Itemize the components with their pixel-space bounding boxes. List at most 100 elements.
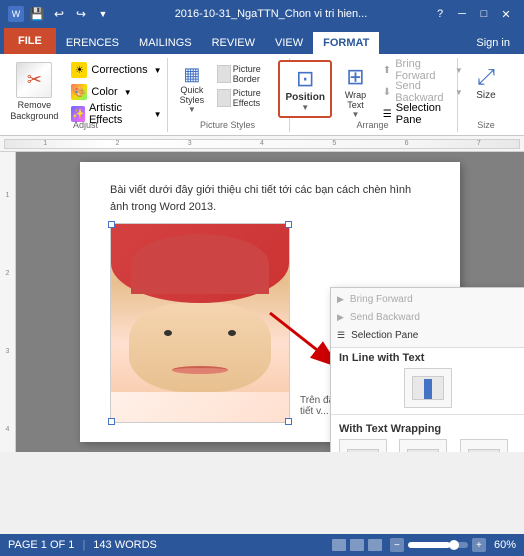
corrections-label: Corrections [91,64,147,76]
tab-references[interactable]: ERENCES [56,32,129,54]
baby-hat [111,224,289,303]
quick-styles-dropdown: ▼ [188,105,196,114]
wrap-text-button[interactable]: ⊞ Wrap Text ▼ [336,60,375,123]
view-print-btn[interactable] [332,539,346,551]
selection-pane-menu-item[interactable]: ☰ Selection Pane [337,328,418,343]
inline-img-center [424,379,432,399]
handle-br[interactable] [285,418,292,425]
pos-tr-item[interactable] [460,439,508,452]
zoom-thumb[interactable] [449,540,459,550]
sign-in-btn[interactable]: Sign in [466,32,520,54]
maximize-btn[interactable]: □ [474,5,494,23]
wrapping-title: With Text Wrapping [339,423,517,435]
corrections-icon: ☀ [71,62,87,78]
vertical-ruler: 1 2 3 4 [0,152,16,452]
ruler-mark: 1 [43,140,47,147]
arrange-group: ⊡ Position ▼ ⊞ Wrap Text ▼ ⬆ Bring Forwa… [292,58,458,132]
ruler-marks: 1 2 3 4 5 6 7 [5,140,519,148]
picture-border-btn[interactable] [217,65,231,83]
tab-mailings[interactable]: MAILINGS [129,32,202,54]
selection-pane-menu-label: Selection Pane [351,330,418,341]
status-right: − + 60% [332,538,516,552]
bring-forward-menu-label: Bring Forward [350,294,413,305]
remove-background-label: Remove Background [8,100,60,122]
size-icon: ⤢ [477,64,495,90]
vruler-marks: 1 2 3 4 [0,152,15,452]
arrange-label: Arrange [290,120,455,130]
minimize-btn[interactable]: ─ [452,5,472,23]
ruler-mark: 2 [115,140,119,147]
remove-background-button[interactable]: Remove Background [5,60,63,124]
ribbon-tabs: FILE ERENCES MAILINGS REVIEW VIEW FORMAT… [0,28,524,54]
position-button[interactable]: ⊡ Position ▼ [278,60,332,118]
baby-eye-right [228,330,236,336]
position-grid [339,439,517,452]
tab-file[interactable]: FILE [4,28,56,54]
artistic-dropdown-icon: ▼ [154,110,162,119]
undo-quick-btn[interactable]: ↩ [50,5,68,23]
send-backward-label: Send Backward [395,80,451,104]
ruler-mark: 6 [405,140,409,147]
corrections-button[interactable]: ☀ Corrections ▼ [67,60,165,80]
color-dropdown-icon: ▼ [124,88,132,97]
dropdown-top-bar: ▶ Bring Forward ▶ Send Backward ☰ Select… [331,288,524,348]
tab-format[interactable]: FORMAT [313,32,379,54]
dropdown-divider1 [331,414,524,415]
pos-tr-icon [468,449,500,452]
color-button[interactable]: 🎨 Color ▼ [67,82,165,102]
ruler-mark: 3 [188,140,192,147]
bring-forward-button[interactable]: ⬆ Bring Forward ▼ [379,60,467,80]
baby-face-area [129,303,271,392]
zoom-out-btn[interactable]: − [390,538,404,552]
zoom-progress [408,542,450,548]
help-btn[interactable]: ? [430,5,450,23]
position-dropdown-panel: ▶ Bring Forward ▶ Send Backward ☰ Select… [330,287,524,452]
size-button[interactable]: ⤢ Size [464,60,508,105]
send-backward-menu-item[interactable]: ▶ Send Backward [337,310,420,325]
view-web-btn[interactable] [350,539,364,551]
ruler-content: 1 2 3 4 5 6 7 [4,139,520,149]
word-icon: W [8,6,24,22]
send-backward-button[interactable]: ⬇ Send Backward ▼ [379,82,467,102]
picture-effects-btn[interactable] [217,89,231,107]
handle-tl[interactable] [108,221,115,228]
save-quick-btn[interactable]: 💾 [28,5,46,23]
pos-tc-item[interactable] [399,439,447,452]
close-btn[interactable]: ✕ [496,5,516,23]
arrange-group-content: ⊡ Position ▼ ⊞ Wrap Text ▼ ⬆ Bring Forwa… [278,60,467,124]
bring-forward-label: Bring Forward [395,58,451,82]
bf-chevron-icon: ▶ [337,294,344,305]
view-read-btn[interactable] [368,539,382,551]
document-area: 1 2 3 4 Bài viết dưới đây giới thiệu chi… [0,152,524,452]
baby-eye-left [164,330,172,336]
handle-bl[interactable] [108,418,115,425]
redo-quick-btn[interactable]: ↪ [72,5,90,23]
ruler-mark: 7 [477,140,481,147]
picture-effects-label: Picture Effects [233,88,275,108]
inline-position-item[interactable] [404,368,452,408]
tab-view[interactable]: VIEW [265,32,313,54]
customize-qa-btn[interactable]: ▼ [94,5,112,23]
zoom-level: 60% [494,539,516,551]
doc-image[interactable] [110,223,290,423]
horizontal-ruler: 1 2 3 4 5 6 7 [0,136,524,152]
position-label: Position [285,92,324,103]
ps-row1: Picture Border ▼ [217,64,284,84]
arrange-small-btns: ⬆ Bring Forward ▼ ⬇ Send Backward ▼ ☰ Se… [379,60,467,124]
position-dropdown-arrow: ▼ [301,103,309,112]
bring-forward-menu-item[interactable]: ▶ Bring Forward [337,292,413,307]
adjust-label: Adjust [6,120,165,130]
dropdown-btn-row: ▶ Bring Forward [337,292,519,307]
zoom-controls: − + 60% [390,538,516,552]
pos-tc-icon [407,449,439,452]
size-group: ⤢ Size Size [460,58,516,132]
zoom-bar[interactable] [408,542,468,548]
corrections-dropdown-icon: ▼ [154,66,162,75]
doc-text: Bài viết dưới đây giới thiệu chi tiết tớ… [110,182,430,215]
zoom-in-btn[interactable]: + [472,538,486,552]
tab-review[interactable]: REVIEW [202,32,265,54]
handle-tr[interactable] [285,221,292,228]
quick-styles-button[interactable]: ▦ Quick Styles ▼ [171,60,214,118]
title-bar-icons: W 💾 ↩ ↪ ▼ [8,5,112,23]
pos-tl-item[interactable] [339,439,387,452]
